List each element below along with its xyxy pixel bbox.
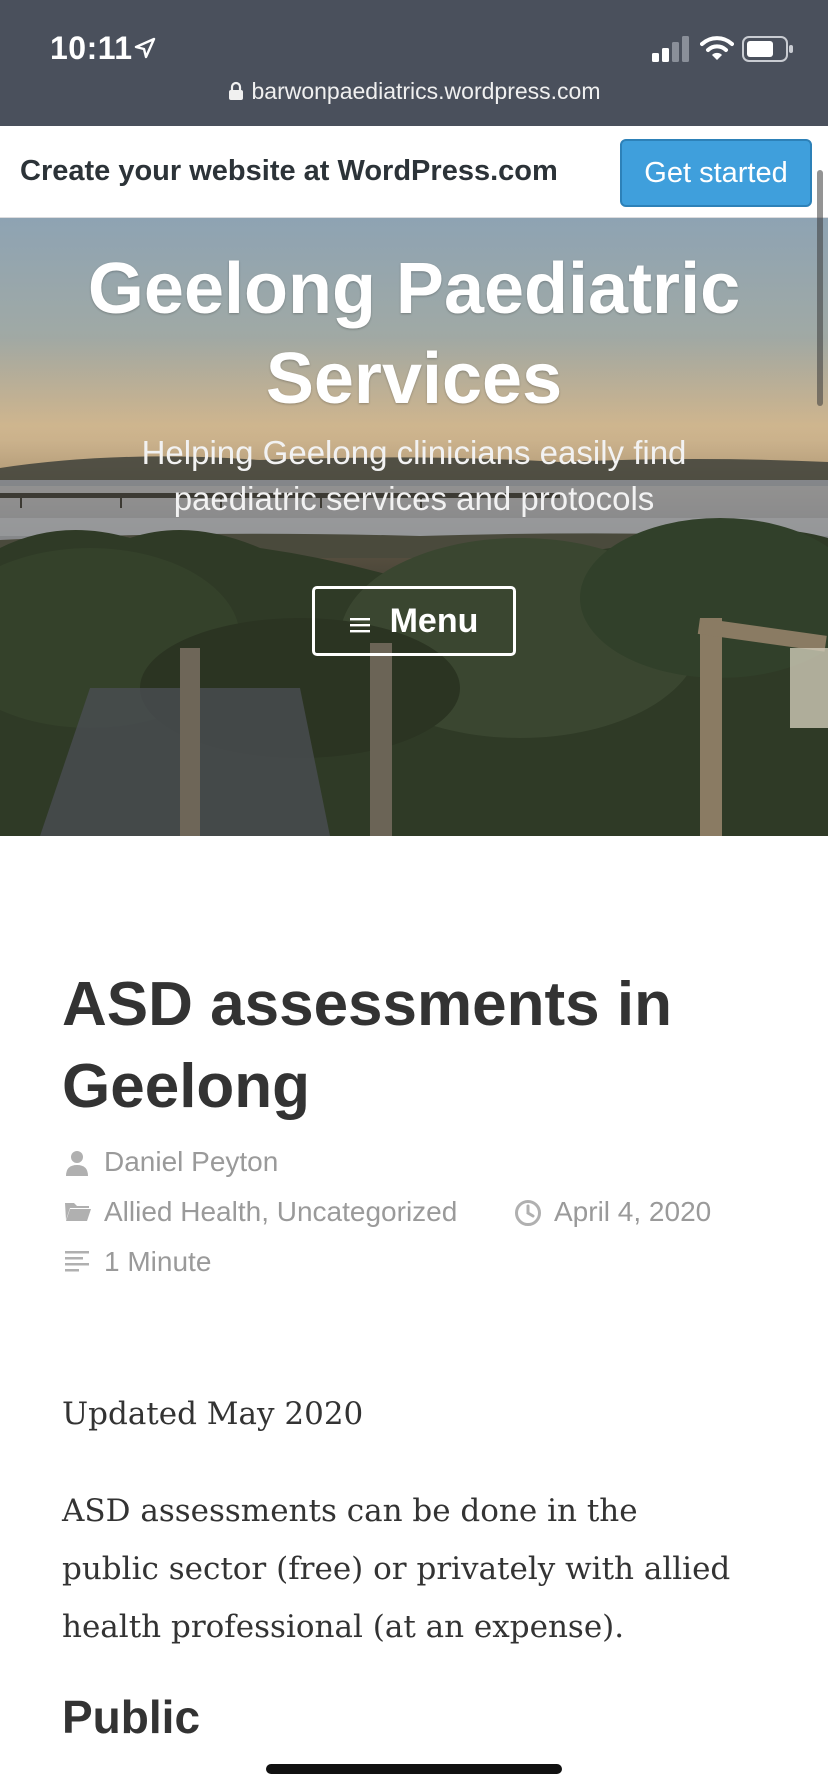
- wifi-icon: [700, 36, 734, 60]
- menu-button[interactable]: Menu: [312, 586, 516, 656]
- location-arrow-icon: [134, 37, 156, 59]
- hamburger-icon: [349, 618, 370, 633]
- address-bar[interactable]: barwonpaediatrics.wordpress.com: [0, 78, 828, 105]
- battery-icon: [742, 36, 793, 62]
- reading-time-text: 1 Minute: [104, 1246, 212, 1277]
- section-heading-public: Public: [62, 1691, 201, 1743]
- promo-text[interactable]: Create your website at WordPress.com: [20, 155, 558, 188]
- site-header: Geelong Paediatric Services Helping Geel…: [0, 218, 828, 836]
- text-lines-icon: [65, 1251, 89, 1272]
- post-title: ASD assessments in Geelong: [62, 970, 672, 1121]
- site-title[interactable]: Geelong Paediatric Services: [0, 244, 828, 424]
- url-text: barwonpaediatrics.wordpress.com: [251, 78, 601, 104]
- get-started-button[interactable]: Get started: [620, 139, 812, 207]
- site-tagline: Helping Geelong clinicians easily find p…: [141, 434, 687, 517]
- clock: 10:11: [50, 30, 133, 66]
- menu-label: Menu: [389, 602, 479, 640]
- scrollbar[interactable]: [817, 170, 823, 406]
- intro-paragraph: ASD assessments can be done in the publi…: [62, 1493, 731, 1645]
- status-bar: 10:11 barwonpaediatrics.wordpress.com: [0, 0, 828, 126]
- author-name[interactable]: Daniel Peyton: [104, 1146, 278, 1178]
- person-icon: [66, 1151, 88, 1176]
- date-text[interactable]: April 4, 2020: [554, 1196, 711, 1228]
- wordpress-promo-banner: Create your website at WordPress.com Get…: [0, 126, 828, 218]
- clock-icon: [515, 1200, 541, 1226]
- cellular-signal-icon: [652, 36, 689, 62]
- category-links[interactable]: Allied Health, Uncategorized: [104, 1196, 457, 1228]
- home-indicator[interactable]: [266, 1764, 562, 1774]
- folder-icon: [65, 1203, 91, 1221]
- lock-icon: [228, 81, 243, 100]
- updated-note: Updated May 2020: [62, 1396, 364, 1432]
